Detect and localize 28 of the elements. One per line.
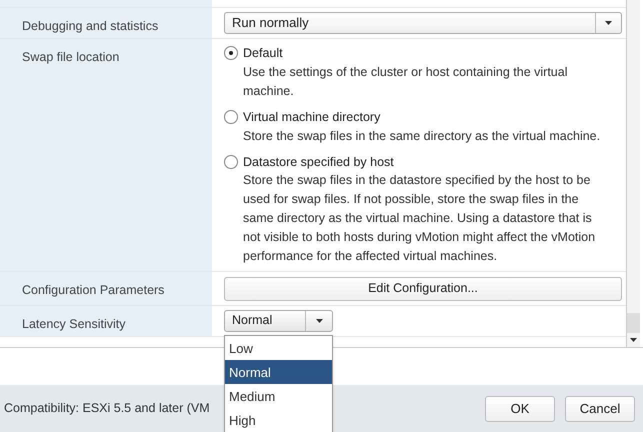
radio-button[interactable] — [224, 46, 238, 60]
option-description: Store the swap files in the same directory as the virtual machine. — [243, 128, 602, 145]
menu-item[interactable]: Low — [225, 336, 332, 360]
compatibility-text: Compatibility: ESXi 5.5 and later (VM — [4, 400, 210, 418]
dropdown-field[interactable]: Normal — [224, 310, 333, 332]
scrollbar-thumb[interactable] — [627, 313, 640, 333]
caret-icon — [605, 21, 612, 25]
dialog-button[interactable]: OK — [485, 396, 555, 422]
caret-icon — [630, 338, 637, 342]
menu-item[interactable]: High — [225, 408, 332, 432]
radio-button[interactable] — [224, 154, 238, 168]
field-label: Configuration Parameters — [22, 283, 164, 298]
field-label: Debugging and statistics — [22, 19, 158, 33]
field-label: Swap file location — [22, 50, 120, 64]
option-description: Use the settings of the cluster or host containing the virtual machine. — [243, 64, 568, 100]
radio-label: Datastore specified by host — [243, 154, 395, 171]
scrollbar[interactable] — [626, 0, 640, 347]
dialog-button[interactable]: Cancel — [565, 396, 635, 422]
field-label: Latency Sensitivity — [22, 316, 126, 331]
radio-label: Virtual machine directory — [243, 108, 382, 126]
radio-label: Default — [243, 45, 284, 62]
caret-icon — [316, 318, 322, 323]
select-field[interactable]: Run normally — [224, 12, 622, 34]
option-description: Store the swap files in the datastore specified by the host to be used for swap files. If not possible, store the swap files in the same directory as the virtual machine. Using a datastore that is not visible to both hosts during vMotion might affect the vMotion performance for the affected virtual machines. — [243, 172, 596, 266]
edit-configuration-button[interactable]: Edit Configuration... — [224, 276, 622, 301]
menu-item[interactable]: Medium — [225, 384, 332, 408]
menu-item[interactable]: Normal — [225, 360, 332, 384]
radio-button[interactable] — [224, 110, 238, 124]
